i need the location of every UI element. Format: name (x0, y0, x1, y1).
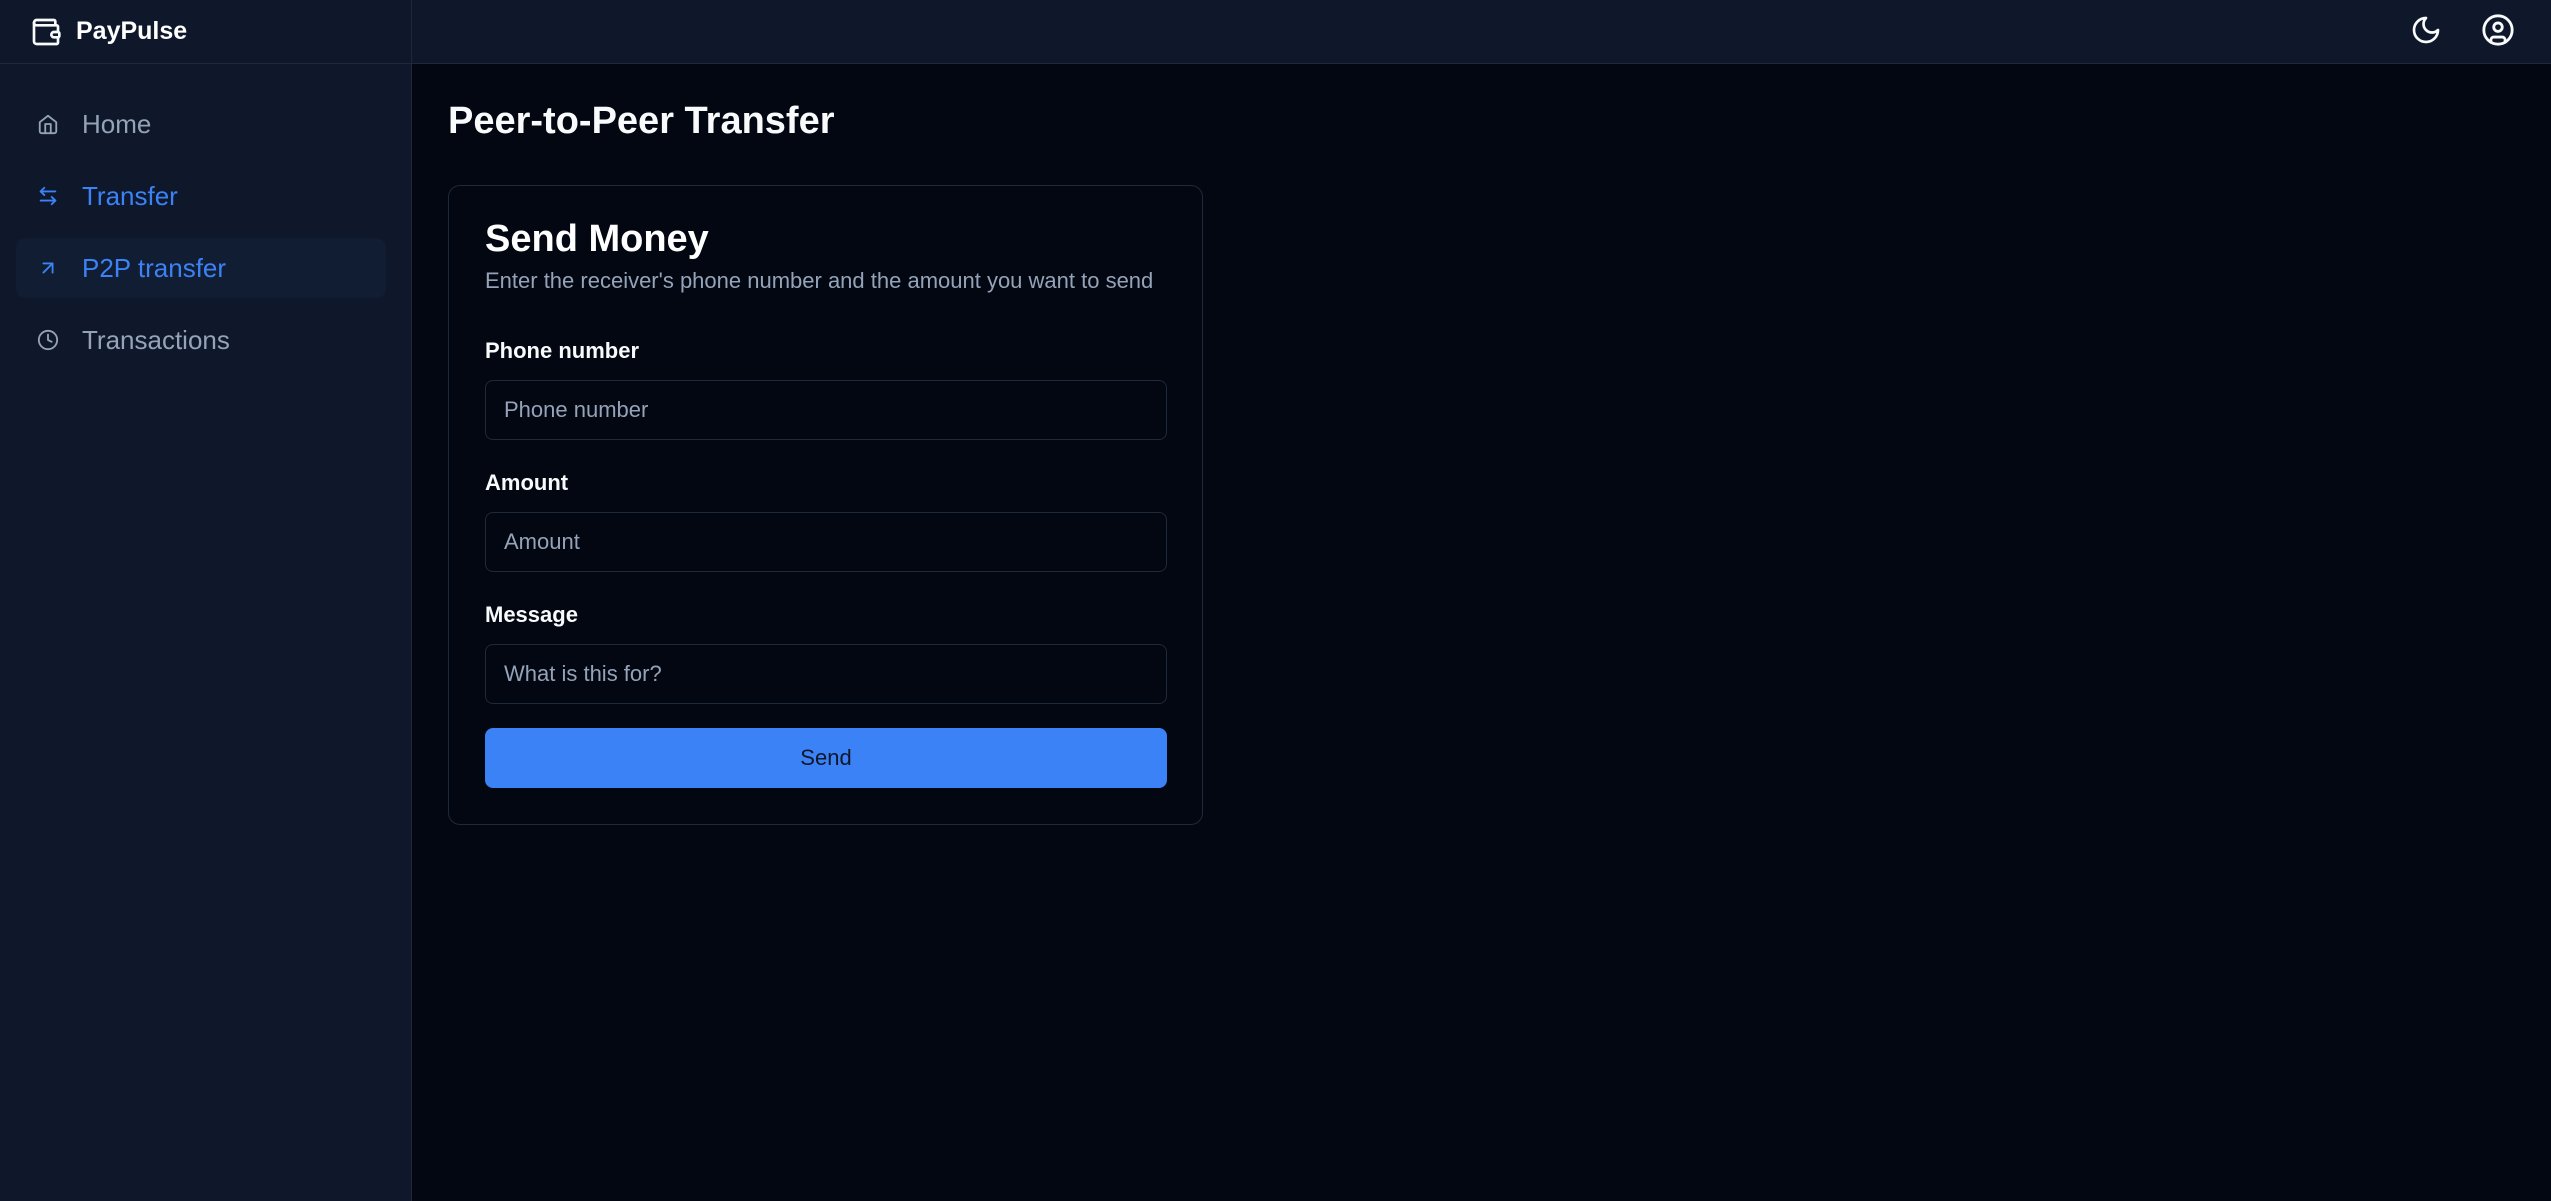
phone-number-label: Phone number (485, 338, 640, 363)
clock-icon (34, 326, 62, 354)
theme-toggle-button[interactable] (2404, 10, 2448, 54)
profile-button[interactable] (2476, 10, 2520, 54)
home-icon (34, 110, 62, 138)
sidebar-item-p2p-transfer[interactable]: P2P transfer (16, 238, 386, 298)
user-circle-icon (2481, 13, 2515, 52)
top-bar (412, 0, 2551, 64)
send-money-card: Send Money Enter the receiver's phone nu… (448, 185, 1203, 825)
amount-label: Amount (485, 470, 569, 495)
sidebar-item-home[interactable]: Home (16, 94, 386, 154)
sidebar-item-label: Home (82, 108, 152, 139)
send-button[interactable]: Send (485, 728, 1167, 788)
arrows-left-right-icon (34, 182, 62, 210)
sidebar-item-transactions[interactable]: Transactions (16, 310, 386, 370)
arrow-up-right-icon (34, 254, 62, 282)
card-title: Send Money (485, 218, 709, 260)
sidebar-nav: Home Transfer P2P transfer Transactions (16, 94, 386, 382)
sidebar-item-label: Transactions (82, 324, 230, 355)
sidebar-item-label: Transfer (82, 180, 178, 211)
wallet-icon (28, 14, 64, 50)
amount-input[interactable] (485, 512, 1167, 572)
brand-name: PayPulse (76, 17, 188, 45)
brand[interactable]: PayPulse (0, 0, 412, 64)
message-input[interactable] (485, 644, 1167, 704)
message-label: Message (485, 602, 578, 627)
phone-number-input[interactable] (485, 380, 1167, 440)
sidebar-item-label: P2P transfer (82, 252, 227, 283)
sidebar-item-transfer[interactable]: Transfer (16, 166, 386, 226)
card-description: Enter the receiver's phone number and th… (485, 268, 1154, 293)
moon-icon (2410, 14, 2442, 51)
sidebar: PayPulse Home Transfer P2P transfer Tran… (0, 0, 412, 1201)
page-title: Peer-to-Peer Transfer (448, 100, 835, 142)
